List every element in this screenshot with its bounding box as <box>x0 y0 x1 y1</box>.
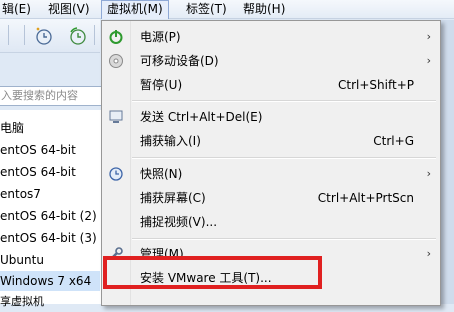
toolbar <box>0 19 100 53</box>
send-keys-icon <box>109 110 123 123</box>
menu-item-label: 捕获输入(I) <box>140 134 201 148</box>
toolbar-divider <box>24 25 25 45</box>
menu-item-label: 电源(P) <box>140 30 181 44</box>
library-item[interactable]: entOS 64-bit <box>0 140 76 160</box>
menu-item-power[interactable]: 电源(P) › <box>104 26 438 48</box>
library-item[interactable]: Ubuntu <box>0 250 44 270</box>
power-icon <box>109 30 123 44</box>
menu-item-capture-screen[interactable]: 捕获屏幕(C) Ctrl+Alt+PrtScn <box>104 187 438 209</box>
menu-bar: 辑(E) 视图(V) 虚拟机(M) 标签(T) 帮助(H) <box>0 0 454 19</box>
menu-item-label: 捕捉视频(V)... <box>140 215 218 229</box>
menu-tabs[interactable]: 标签(T) <box>186 1 227 17</box>
menu-item-label: 快照(N) <box>140 167 183 181</box>
snapshot-icon <box>109 167 123 181</box>
toolbar-divider <box>8 25 9 45</box>
disc-icon <box>109 54 123 68</box>
menu-item-label: 可移动设备(D) <box>140 54 219 68</box>
submenu-arrow-icon: › <box>426 247 431 260</box>
highlight-annotation-box <box>103 256 322 289</box>
menu-edit[interactable]: 辑(E) <box>2 1 31 17</box>
menu-item-grab-input[interactable]: 捕获输入(I) Ctrl+G <box>104 130 438 152</box>
menu-item-send-ctrl-alt-del[interactable]: 发送 Ctrl+Alt+Del(E) <box>104 106 438 128</box>
library-item[interactable]: entOS 64-bit (2) <box>0 206 97 226</box>
menu-separator <box>132 157 436 159</box>
take-snapshot-icon[interactable] <box>34 26 54 46</box>
menu-item-shortcut: Ctrl+Shift+P <box>338 78 414 92</box>
library-item[interactable]: entOS 64-bit <box>0 162 76 182</box>
menu-item-label: 捕获屏幕(C) <box>140 191 206 205</box>
menu-separator <box>132 100 436 102</box>
menu-vm[interactable]: 虚拟机(M) <box>101 0 169 19</box>
library-search-input[interactable]: 入要搜索的内容 <box>0 86 104 106</box>
submenu-arrow-icon: › <box>426 30 431 43</box>
menu-item-snapshot[interactable]: 快照(N) › <box>104 163 438 185</box>
library-item-selected[interactable]: Windows 7 x64 <box>0 271 100 291</box>
menu-item-label: 暂停(U) <box>140 78 183 92</box>
revert-snapshot-icon[interactable] <box>68 26 88 46</box>
menu-item-shortcut: Ctrl+Alt+PrtScn <box>317 191 414 205</box>
library-item[interactable]: 享虚拟机 <box>0 292 44 312</box>
toolbar-divider <box>94 25 95 45</box>
menu-item-capture-video[interactable]: 捕捉视频(V)... <box>104 211 438 233</box>
menu-view[interactable]: 视图(V) <box>48 1 90 17</box>
library-item[interactable]: entos7 <box>0 184 41 204</box>
background-panel <box>440 20 454 304</box>
submenu-arrow-icon: › <box>426 54 431 67</box>
library-panel: 电脑 entOS 64-bit entOS 64-bit entos7 entO… <box>0 110 103 308</box>
menu-item-label: 发送 Ctrl+Alt+Del(E) <box>140 110 263 124</box>
menu-item-pause[interactable]: 暂停(U) Ctrl+Shift+P <box>104 74 438 96</box>
library-item[interactable]: entOS 64-bit (3) <box>0 228 97 248</box>
library-item[interactable]: 电脑 <box>0 118 24 138</box>
menu-item-shortcut: Ctrl+G <box>373 134 414 148</box>
menu-item-removable-devices[interactable]: 可移动设备(D) › <box>104 50 438 72</box>
menu-help[interactable]: 帮助(H) <box>243 1 285 17</box>
menu-separator <box>132 238 436 240</box>
submenu-arrow-icon: › <box>426 167 431 180</box>
